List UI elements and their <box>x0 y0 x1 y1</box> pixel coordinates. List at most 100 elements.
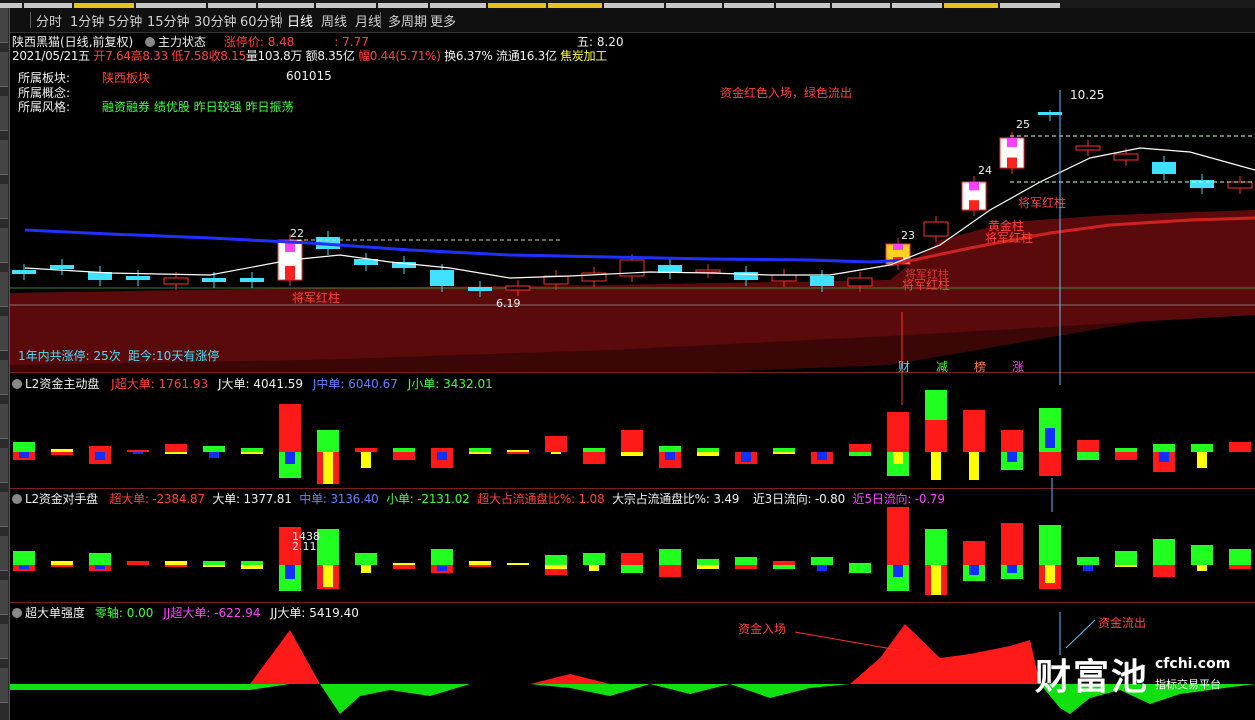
flow-bar <box>551 452 561 454</box>
quote-volume: 量103.8万 <box>245 49 303 63</box>
flow-bar <box>969 565 979 575</box>
flow-bar <box>1045 428 1055 448</box>
flow-bar <box>969 452 979 480</box>
flow-bar <box>431 448 453 452</box>
flow-bar <box>1197 452 1207 468</box>
period-8[interactable]: 月线 <box>355 11 381 30</box>
period-1[interactable]: 1分钟 <box>70 11 104 30</box>
flow-bar <box>963 541 985 565</box>
panel-toggle-icon[interactable] <box>12 608 22 618</box>
panel2-mid: 中单: 3136.40 <box>299 492 379 506</box>
candle <box>505 285 531 291</box>
flow-bar <box>931 452 941 480</box>
toolbar-button[interactable] <box>0 580 8 615</box>
toolbar-button[interactable] <box>0 316 8 351</box>
flow-bar <box>659 549 681 565</box>
top-tab-strip[interactable] <box>0 0 1255 8</box>
candle-chart[interactable] <box>10 110 1255 372</box>
candle <box>430 270 454 286</box>
period-7[interactable]: 周线 <box>321 11 347 30</box>
toolbar-button[interactable] <box>0 624 8 659</box>
toolbar-button[interactable] <box>0 536 8 571</box>
panel2-name[interactable]: L2资金对手盘 <box>25 492 98 506</box>
candle <box>1227 181 1253 189</box>
quote-high: 高8.33 <box>130 49 169 63</box>
panel-toggle-icon[interactable] <box>12 494 22 504</box>
candle <box>468 287 492 291</box>
candle <box>12 270 36 274</box>
panel2-ratio: 超大占流通盘比%: 1.08 <box>477 492 605 506</box>
toolbar-button[interactable] <box>0 96 8 131</box>
stock-code: 601015 <box>286 69 332 83</box>
period-9[interactable]: 多周期 <box>388 11 427 30</box>
watermark-slogan: 指标交易平台 <box>1155 678 1221 691</box>
toolbar-button[interactable] <box>0 668 8 703</box>
flow-bar <box>51 565 73 567</box>
period-0[interactable]: 分时 <box>36 11 62 30</box>
toolbar-button[interactable] <box>0 8 8 43</box>
period-6[interactable]: 日线 <box>287 11 313 30</box>
flow-bar <box>735 557 757 565</box>
flow-bar <box>241 565 263 569</box>
fund-in-label: 资金入场 <box>738 622 787 636</box>
panel1-jmid: J中单: 6040.67 <box>312 377 398 391</box>
flow-bar <box>773 565 795 569</box>
toolbar-button[interactable] <box>0 140 8 175</box>
period-5[interactable]: 60分钟 <box>240 11 283 30</box>
toolbar-button[interactable] <box>0 52 8 87</box>
panel2-super: 超大单: -2384.87 <box>109 492 205 506</box>
quote-open: 开7.64 <box>93 49 131 63</box>
flow-bar <box>849 563 871 565</box>
flow-bar <box>1045 565 1055 583</box>
toolbar-button[interactable] <box>0 448 8 483</box>
panel2-big: 大单: 1377.81 <box>212 492 292 506</box>
period-4[interactable]: 30分钟 <box>194 11 237 30</box>
toolbar-button[interactable] <box>0 492 8 527</box>
panel1-bars[interactable] <box>10 390 1255 488</box>
toolbar-button[interactable] <box>0 404 8 439</box>
flow-bar <box>317 430 339 452</box>
flow-bar <box>583 448 605 452</box>
toolbar-button[interactable] <box>0 228 8 263</box>
flow-bar <box>355 553 377 565</box>
panel2-bars[interactable] <box>10 505 1255 603</box>
flow-bar <box>925 420 947 452</box>
flow-bar <box>507 452 529 454</box>
sector-value[interactable]: 陕西板块 <box>102 69 150 86</box>
panel-toggle-icon[interactable] <box>12 379 22 389</box>
toolbar-button[interactable] <box>0 184 8 219</box>
label-jiangjun-1: 将军红柱 <box>292 291 341 305</box>
panel-toggle-icon[interactable] <box>145 37 156 47</box>
count-24: 24 <box>978 164 992 177</box>
panel2-flow5: 近5日流向: -0.79 <box>852 492 945 506</box>
flow-bar <box>19 565 29 569</box>
toolbar-button[interactable] <box>0 360 8 395</box>
days-since: 距今:10天有涨停 <box>128 349 220 363</box>
divider-1 <box>10 372 1255 373</box>
quote-close: 收8.15 <box>208 49 247 63</box>
candle <box>847 277 873 287</box>
fund-out-label: 资金流出 <box>1098 616 1147 630</box>
candle-mark <box>285 266 295 280</box>
flow-bar <box>893 565 903 577</box>
flow-bar <box>1153 444 1175 452</box>
period-2[interactable]: 5分钟 <box>108 11 142 30</box>
flow-bar <box>621 553 643 565</box>
period-10[interactable]: 更多 <box>430 11 456 30</box>
flow-bar <box>589 565 599 571</box>
candle-mark <box>969 182 979 191</box>
divider-3 <box>10 602 1255 603</box>
flow-bar <box>323 565 333 587</box>
flow-bar <box>545 555 567 565</box>
panel1-jbig: J大单: 4041.59 <box>218 377 304 391</box>
watermark-brand: 财富池 <box>1035 657 1150 698</box>
left-toolbar[interactable] <box>0 8 10 720</box>
flow-bar <box>469 565 491 567</box>
divider-2 <box>10 488 1255 489</box>
flow-bar <box>393 452 415 460</box>
period-3[interactable]: 15分钟 <box>147 11 190 30</box>
toolbar-button[interactable] <box>0 272 8 307</box>
panel1-name[interactable]: L2资金主动盘 <box>25 377 99 391</box>
flow-bar <box>127 561 149 565</box>
flow-bar <box>887 507 909 565</box>
